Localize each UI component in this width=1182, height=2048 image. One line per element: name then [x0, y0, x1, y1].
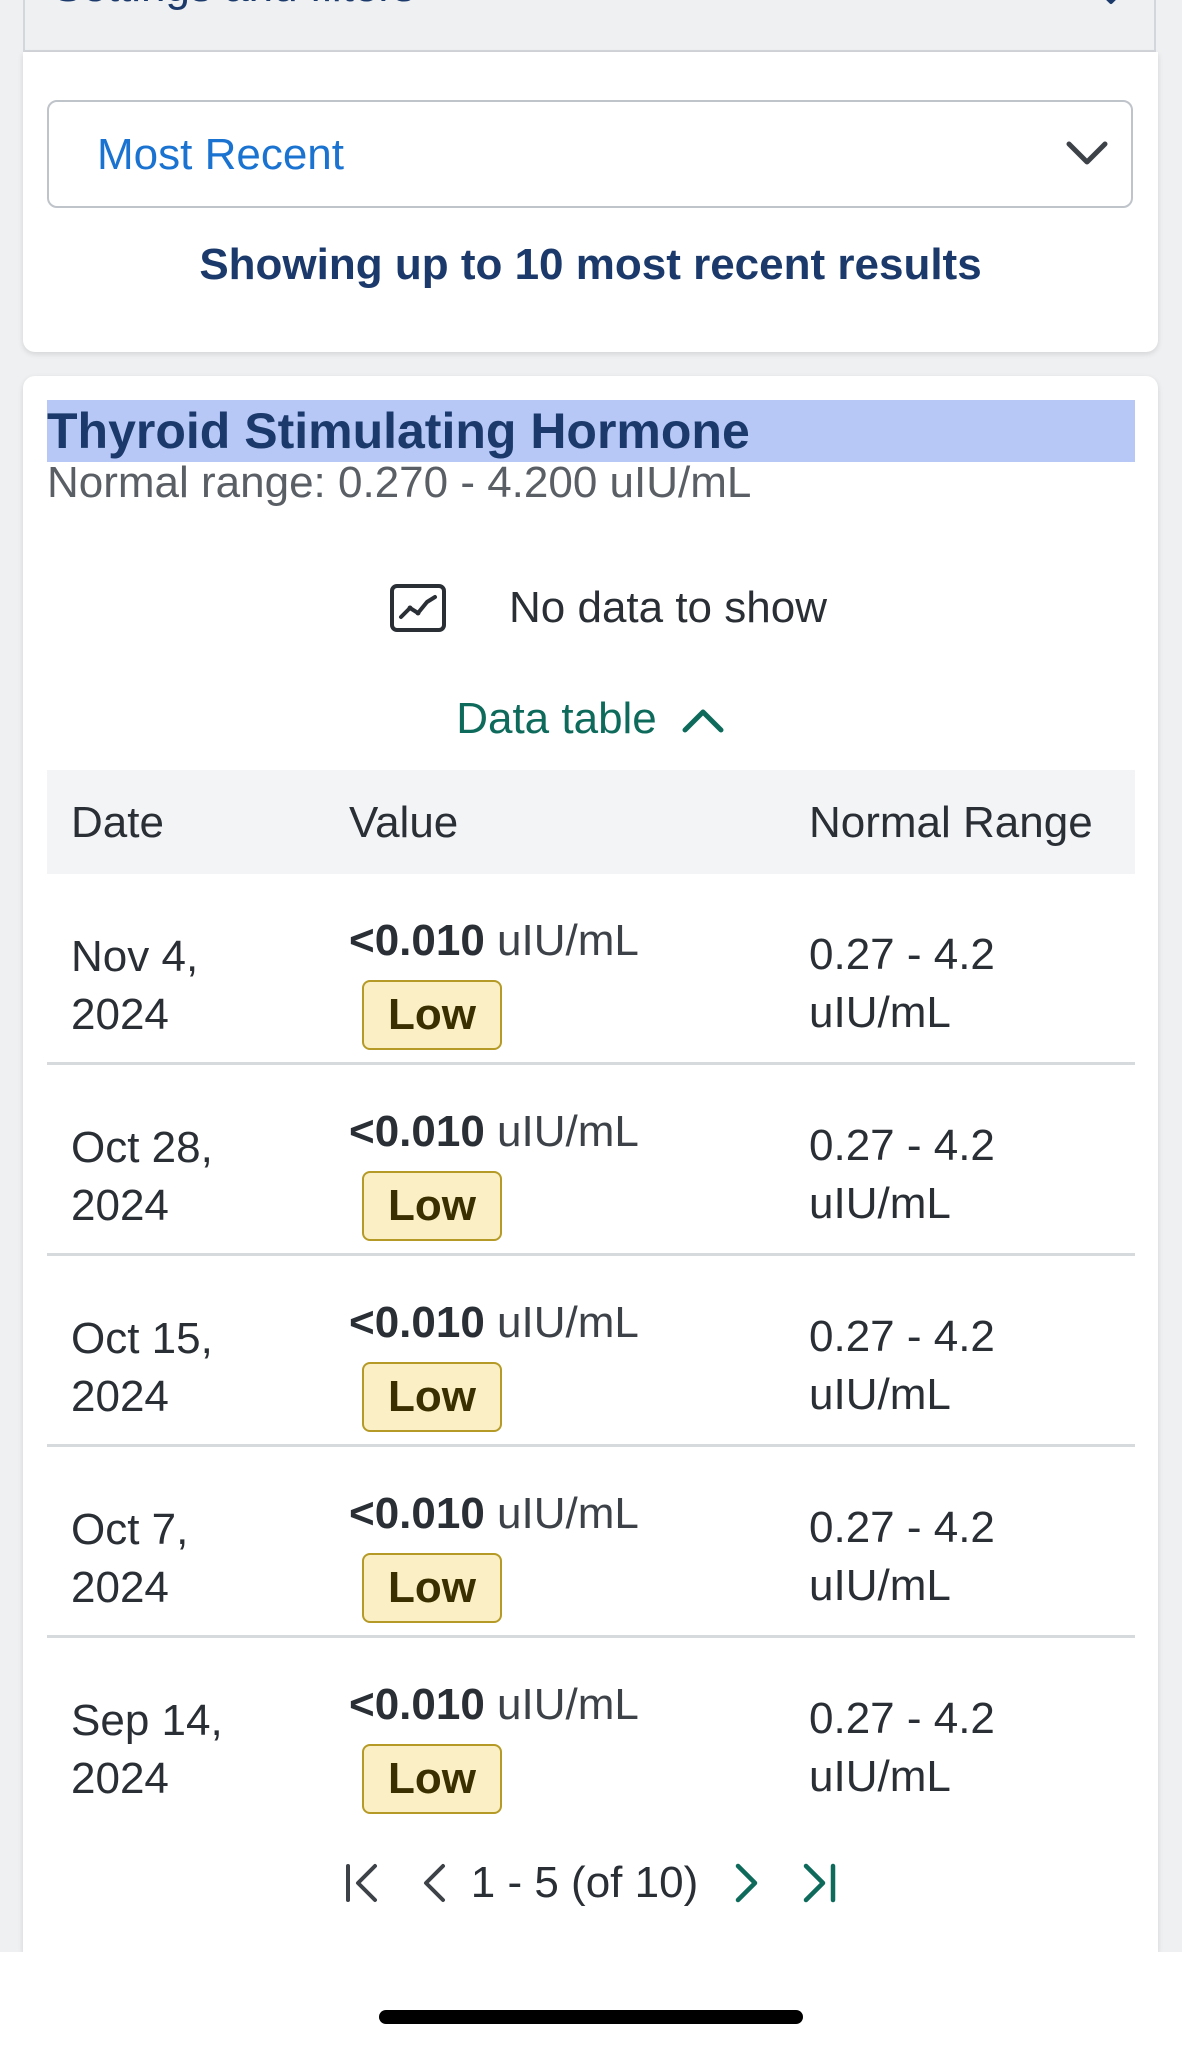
row-value: <0.010 uIU/mL [349, 1107, 639, 1157]
table-row: Oct 28, 2024 <0.010 uIU/mL Low 0.27 - 4.… [47, 1065, 1135, 1256]
low-flag-badge: Low [362, 1171, 502, 1241]
sort-select[interactable]: Most Recent [47, 100, 1133, 208]
chevron-down-icon [1106, 0, 1116, 4]
row-value-number: <0.010 [349, 1680, 485, 1729]
chevron-up-icon [682, 709, 724, 733]
header-normal-range: Normal Range [809, 798, 1093, 847]
row-normal-range: 0.27 - 4.2 uIU/mL [809, 1312, 995, 1419]
data-table-toggle-label: Data table [456, 694, 657, 743]
table-row: Oct 7, 2024 <0.010 uIU/mL Low 0.27 - 4.2… [47, 1447, 1135, 1638]
header-date: Date [71, 798, 164, 847]
row-date: Oct 15, 2024 [71, 1314, 213, 1421]
home-indicator[interactable] [379, 2010, 803, 2024]
chevron-down-icon [1066, 141, 1108, 165]
sort-select-value: Most Recent [97, 130, 344, 179]
row-value-number: <0.010 [349, 916, 485, 965]
table-header: Date Value Normal Range [47, 770, 1135, 874]
row-value-unit: uIU/mL [497, 1680, 639, 1729]
row-date: Nov 4, 2024 [71, 932, 199, 1039]
row-value-number: <0.010 [349, 1489, 485, 1538]
table-row: Oct 15, 2024 <0.010 uIU/mL Low 0.27 - 4.… [47, 1256, 1135, 1447]
row-value: <0.010 uIU/mL [349, 916, 639, 966]
row-normal-range: 0.27 - 4.2 uIU/mL [809, 930, 995, 1037]
page: Settings and filters Most Recent Showing… [0, 0, 1182, 2048]
row-value-number: <0.010 [349, 1107, 485, 1156]
page-info: 1 - 5 (of 10) [470, 1858, 699, 1907]
table-row: Nov 4, 2024 <0.010 uIU/mL Low 0.27 - 4.2… [47, 874, 1135, 1065]
pagination: 1 - 5 (of 10) [23, 1858, 1158, 1908]
low-flag-badge: Low [362, 980, 502, 1050]
row-date: Sep 14, 2024 [71, 1696, 223, 1803]
last-page-icon[interactable] [796, 1858, 842, 1908]
first-page-icon[interactable] [339, 1858, 385, 1908]
data-table-toggle[interactable]: Data table [23, 694, 1158, 744]
filter-card: Most Recent Showing up to 10 most recent… [23, 52, 1158, 352]
row-value-unit: uIU/mL [497, 1298, 639, 1347]
prev-page-icon[interactable] [411, 1858, 457, 1908]
low-flag-badge: Low [362, 1553, 502, 1623]
bottom-safe-area [0, 1952, 1182, 2048]
row-value-unit: uIU/mL [497, 916, 639, 965]
table-row: Sep 14, 2024 <0.010 uIU/mL Low 0.27 - 4.… [47, 1638, 1135, 1829]
row-value: <0.010 uIU/mL [349, 1489, 639, 1539]
row-date: Oct 7, 2024 [71, 1505, 189, 1612]
row-date: Oct 28, 2024 [71, 1123, 213, 1230]
row-normal-range: 0.27 - 4.2 uIU/mL [809, 1694, 995, 1801]
header-value: Value [349, 798, 459, 847]
results-count-text: Showing up to 10 most recent results [199, 240, 982, 289]
low-flag-badge: Low [362, 1362, 502, 1432]
results-card: Thyroid Stimulating Hormone Normal range… [23, 376, 1158, 1952]
results-table: Date Value Normal Range Nov 4, 2024 <0.0… [47, 770, 1135, 1829]
next-page-icon[interactable] [724, 1858, 770, 1908]
chart-icon [390, 584, 446, 632]
normal-range-text: Normal range: 0.270 - 4.200 uIU/mL [47, 458, 752, 507]
no-data-message: No data to show [389, 578, 827, 638]
row-value-unit: uIU/mL [497, 1107, 639, 1156]
row-value: <0.010 uIU/mL [349, 1298, 639, 1348]
row-normal-range: 0.27 - 4.2 uIU/mL [809, 1503, 995, 1610]
no-data-text: No data to show [509, 583, 827, 632]
row-normal-range: 0.27 - 4.2 uIU/mL [809, 1121, 995, 1228]
low-flag-badge: Low [362, 1744, 502, 1814]
settings-filters-label: Settings and filters [53, 0, 415, 12]
row-value-number: <0.010 [349, 1298, 485, 1347]
row-value-unit: uIU/mL [497, 1489, 639, 1538]
settings-filters-header[interactable]: Settings and filters [23, 0, 1156, 52]
test-title: Thyroid Stimulating Hormone [47, 400, 1135, 462]
row-value: <0.010 uIU/mL [349, 1680, 639, 1730]
